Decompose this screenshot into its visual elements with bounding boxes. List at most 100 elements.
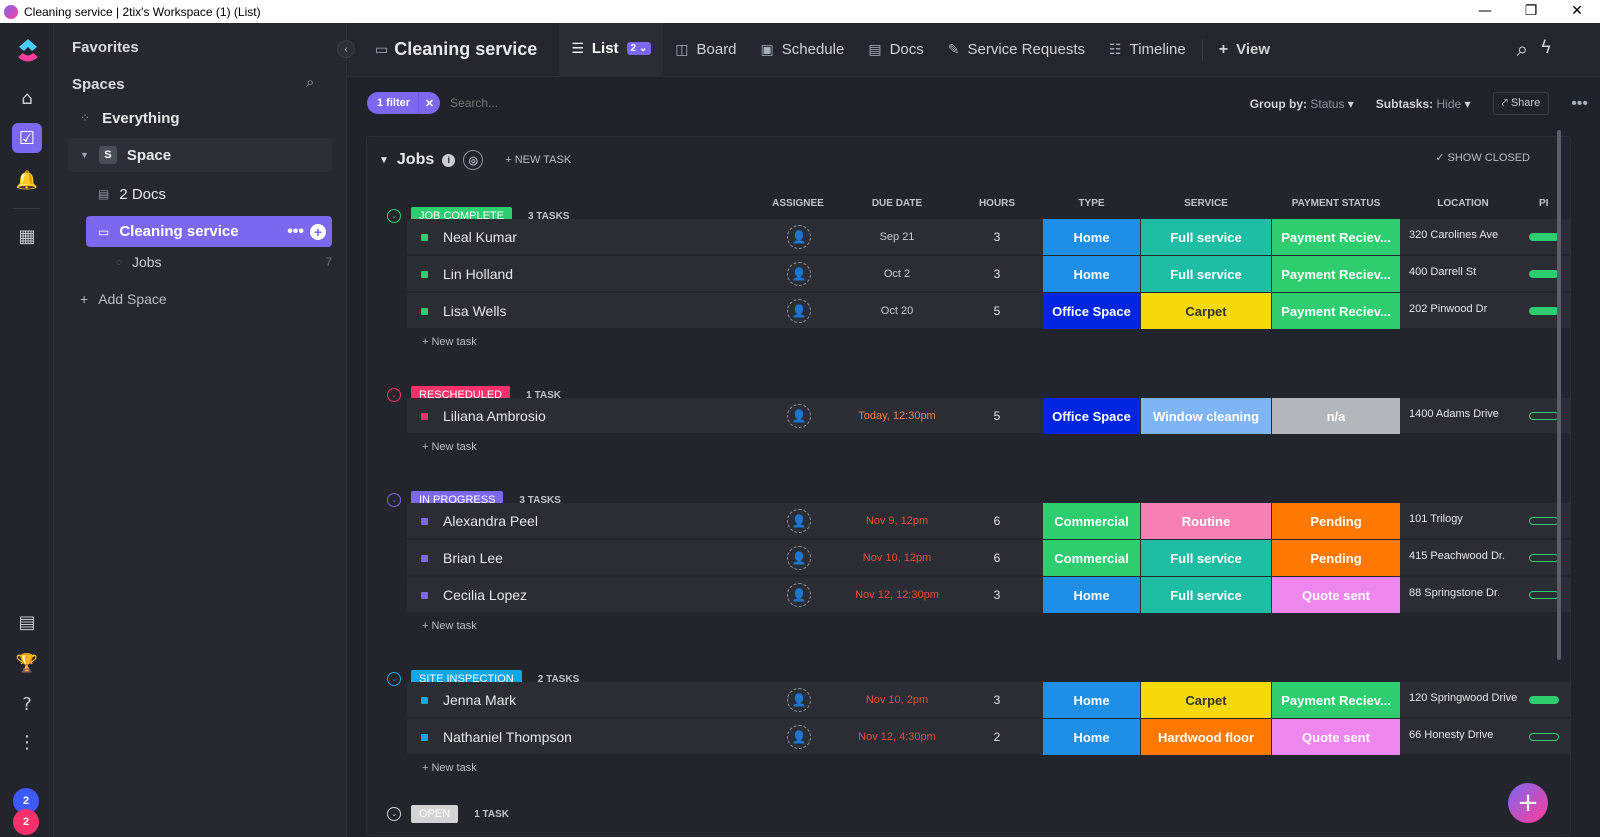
maximize-button[interactable]: ❐	[1508, 0, 1554, 23]
favorites-heading[interactable]: Favorites	[72, 39, 139, 56]
status-square[interactable]	[421, 555, 428, 562]
table-row[interactable]: Lin Holland 👤 Oct 2 3 Home Full service …	[407, 256, 1570, 292]
collapse-sidebar-button[interactable]: ‹	[337, 40, 355, 58]
table-row[interactable]: Brian Lee 👤 Nov 10, 12pm 6 Commercial Fu…	[407, 540, 1570, 576]
view-count-badge[interactable]: 2 ⌄	[626, 42, 652, 55]
more-options-icon[interactable]: •••	[287, 223, 304, 241]
status-pill[interactable]: OPEN	[411, 805, 459, 823]
search-icon[interactable]: ⌕	[306, 73, 314, 91]
type-cell[interactable]: Home	[1043, 256, 1140, 292]
type-cell[interactable]: Home	[1043, 719, 1140, 755]
collapse-group-icon[interactable]: ⌄	[387, 209, 401, 223]
table-row[interactable]: Alexandra Peel 👤 Nov 9, 12pm 6 Commercia…	[407, 503, 1570, 539]
location-value[interactable]: 400 Darrell St	[1409, 267, 1521, 278]
new-task-button[interactable]: + NEW TASK	[505, 154, 571, 166]
location-value[interactable]: 415 Peachwood Dr.	[1409, 551, 1521, 562]
info-icon[interactable]: i	[442, 153, 456, 167]
due-date[interactable]: Oct 2	[837, 268, 957, 280]
table-row[interactable]: Jenna Mark 👤 Nov 10, 2pm 3 Home Carpet P…	[407, 682, 1570, 718]
table-row[interactable]: Neal Kumar 👤 Sep 21 3 Home Full service …	[407, 219, 1570, 255]
add-assignee-icon[interactable]: 👤	[787, 262, 811, 286]
due-date[interactable]: Nov 10, 2pm	[837, 694, 957, 706]
payment-status-cell[interactable]: n/a	[1272, 398, 1400, 434]
search-icon[interactable]: ⌕	[1517, 37, 1528, 61]
status-square[interactable]	[421, 271, 428, 278]
add-assignee-icon[interactable]: 👤	[787, 509, 811, 533]
hours-value[interactable]: 5	[967, 409, 1027, 423]
collapse-group-icon[interactable]: ⌄	[387, 388, 401, 402]
task-name[interactable]: Nathaniel Thompson	[443, 729, 572, 745]
payment-status-cell[interactable]: Quote sent	[1272, 719, 1400, 755]
type-cell[interactable]: Office Space	[1043, 293, 1140, 329]
payment-status-cell[interactable]: Payment Reciev...	[1272, 682, 1400, 718]
service-cell[interactable]: Window cleaning	[1141, 398, 1271, 434]
help-icon[interactable]: ?	[12, 689, 42, 719]
breadcrumb[interactable]: ▭ Cleaning service	[375, 39, 537, 60]
payment-status-cell[interactable]: Payment Reciev...	[1272, 293, 1400, 329]
show-closed-button[interactable]: ✓ SHOW CLOSED	[1435, 151, 1530, 164]
table-row[interactable]: Cecilia Lopez 👤 Nov 12, 12:30pm 3 Home F…	[407, 577, 1570, 613]
payment-status-cell[interactable]: Payment Reciev...	[1272, 219, 1400, 255]
service-cell[interactable]: Carpet	[1141, 682, 1271, 718]
apps-icon[interactable]: ▦	[12, 221, 42, 251]
type-cell[interactable]: Commercial	[1043, 540, 1140, 576]
lightning-icon[interactable]: ϟ	[1540, 37, 1552, 58]
spaces-heading[interactable]: Spaces	[72, 76, 125, 93]
more-options-icon[interactable]: •••	[1571, 95, 1588, 113]
share-button[interactable]: ⤤ Share	[1492, 92, 1550, 115]
add-task-button[interactable]: + New task	[422, 336, 477, 348]
task-name[interactable]: Jenna Mark	[443, 692, 516, 708]
table-row[interactable]: Liliana Ambrosio 👤 Today, 12:30pm 5 Offi…	[407, 398, 1570, 434]
location-value[interactable]: 202 Pinwood Dr	[1409, 304, 1521, 315]
payment-status-cell[interactable]: Pending	[1272, 540, 1400, 576]
status-square[interactable]	[421, 697, 428, 704]
tab-schedule[interactable]: ▣ Schedule	[749, 23, 857, 77]
scrollbar[interactable]	[1557, 130, 1561, 660]
add-assignee-icon[interactable]: 👤	[787, 225, 811, 249]
tab-list[interactable]: ☰ List 2 ⌄	[559, 22, 664, 77]
tab-service-requests[interactable]: ✎ Service Requests	[936, 23, 1097, 77]
collapse-group-icon[interactable]: ⌄	[387, 672, 401, 686]
location-value[interactable]: 120 Springwood Drive	[1409, 693, 1521, 704]
service-cell[interactable]: Full service	[1141, 219, 1271, 255]
sidebar-item-space[interactable]: ▼ S Space	[68, 138, 332, 172]
service-cell[interactable]: Carpet	[1141, 293, 1271, 329]
type-cell[interactable]: Office Space	[1043, 398, 1140, 434]
due-date[interactable]: Today, 12:30pm	[837, 410, 957, 422]
task-name[interactable]: Neal Kumar	[443, 229, 517, 245]
more-icon[interactable]: ⋮	[12, 727, 42, 757]
home-icon[interactable]: ⌂	[12, 83, 42, 113]
status-square[interactable]	[421, 592, 428, 599]
sidebar-item-cleaning-service[interactable]: ▭ Cleaning service ••• +	[86, 216, 332, 247]
location-value[interactable]: 1400 Adams Drive	[1409, 409, 1521, 420]
type-cell[interactable]: Commercial	[1043, 503, 1140, 539]
table-row[interactable]: Nathaniel Thompson 👤 Nov 12, 4:30pm 2 Ho…	[407, 719, 1570, 755]
collapse-group-icon[interactable]: ⌄	[387, 493, 401, 507]
task-name[interactable]: Brian Lee	[443, 550, 503, 566]
tab-timeline[interactable]: ☷ Timeline	[1097, 23, 1198, 77]
service-cell[interactable]: Full service	[1141, 577, 1271, 613]
due-date[interactable]: Oct 20	[837, 305, 957, 317]
task-name[interactable]: Lin Holland	[443, 266, 513, 282]
task-name[interactable]: Alexandra Peel	[443, 513, 538, 529]
search-input[interactable]	[450, 96, 651, 110]
add-task-button[interactable]: + New task	[422, 762, 477, 774]
payment-status-cell[interactable]: Payment Reciev...	[1272, 256, 1400, 292]
collapse-group-icon[interactable]: ⌄	[387, 807, 401, 821]
due-date[interactable]: Nov 12, 12:30pm	[837, 589, 957, 601]
sidebar-item-jobs[interactable]: ◌ Jobs 7	[104, 245, 332, 279]
hours-value[interactable]: 6	[967, 514, 1027, 528]
trophy-icon[interactable]: 🏆	[12, 648, 42, 678]
location-value[interactable]: 320 Carolines Ave	[1409, 230, 1521, 241]
tasks-icon[interactable]: ☑	[12, 123, 42, 153]
clear-filter-icon[interactable]: ✕	[418, 92, 440, 114]
close-button[interactable]: ✕	[1554, 0, 1600, 23]
doc-icon[interactable]: ▤	[12, 607, 42, 637]
task-name[interactable]: Cecilia Lopez	[443, 587, 527, 603]
notification-badge[interactable]: 2	[13, 809, 39, 835]
add-space-button[interactable]: + Add Space	[68, 282, 332, 316]
add-view-button[interactable]: + View	[1207, 23, 1282, 77]
status-square[interactable]	[421, 234, 428, 241]
group-by-dropdown[interactable]: Group by: Status ▾	[1250, 97, 1354, 111]
location-value[interactable]: 101 Trilogy	[1409, 514, 1521, 525]
